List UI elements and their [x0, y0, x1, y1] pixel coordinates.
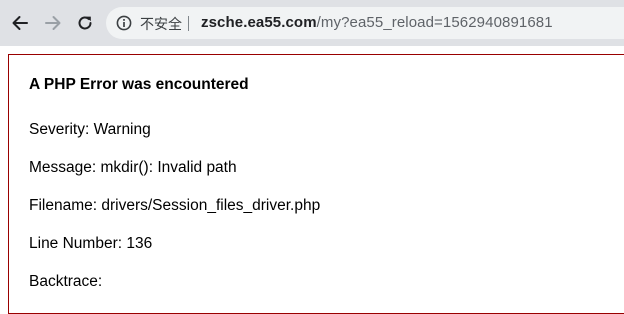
reload-icon [78, 16, 92, 30]
reload-button[interactable] [71, 9, 99, 37]
address-bar[interactable]: 不安全 zsche.ea55.com/my?ea55_reload=156294… [106, 7, 624, 39]
error-title: A PHP Error was encountered [29, 76, 249, 93]
omnibox-divider [188, 16, 189, 31]
forward-button[interactable] [39, 9, 67, 37]
browser-toolbar: 不安全 zsche.ea55.com/my?ea55_reload=156294… [0, 0, 624, 46]
php-error-box: A PHP Error was encountered Severity: Wa… [8, 54, 624, 314]
error-backtrace: Backtrace: [29, 273, 103, 290]
error-line-number: Line Number: 136 [29, 235, 153, 252]
url-path: /my?ea55_reload=1562940891681 [316, 14, 553, 31]
url-host: zsche.ea55.com [201, 14, 317, 31]
error-severity: Severity: Warning [29, 121, 151, 138]
info-icon[interactable] [116, 15, 132, 31]
error-filename: Filename: drivers/Session_files_driver.p… [29, 197, 321, 214]
url-text[interactable]: zsche.ea55.com/my?ea55_reload=1562940891… [201, 14, 553, 31]
arrow-right-icon [45, 16, 61, 30]
error-message: Message: mkdir(): Invalid path [29, 159, 237, 176]
back-button[interactable] [6, 9, 34, 37]
security-label[interactable]: 不安全 [140, 14, 182, 34]
arrow-left-icon [12, 16, 28, 30]
